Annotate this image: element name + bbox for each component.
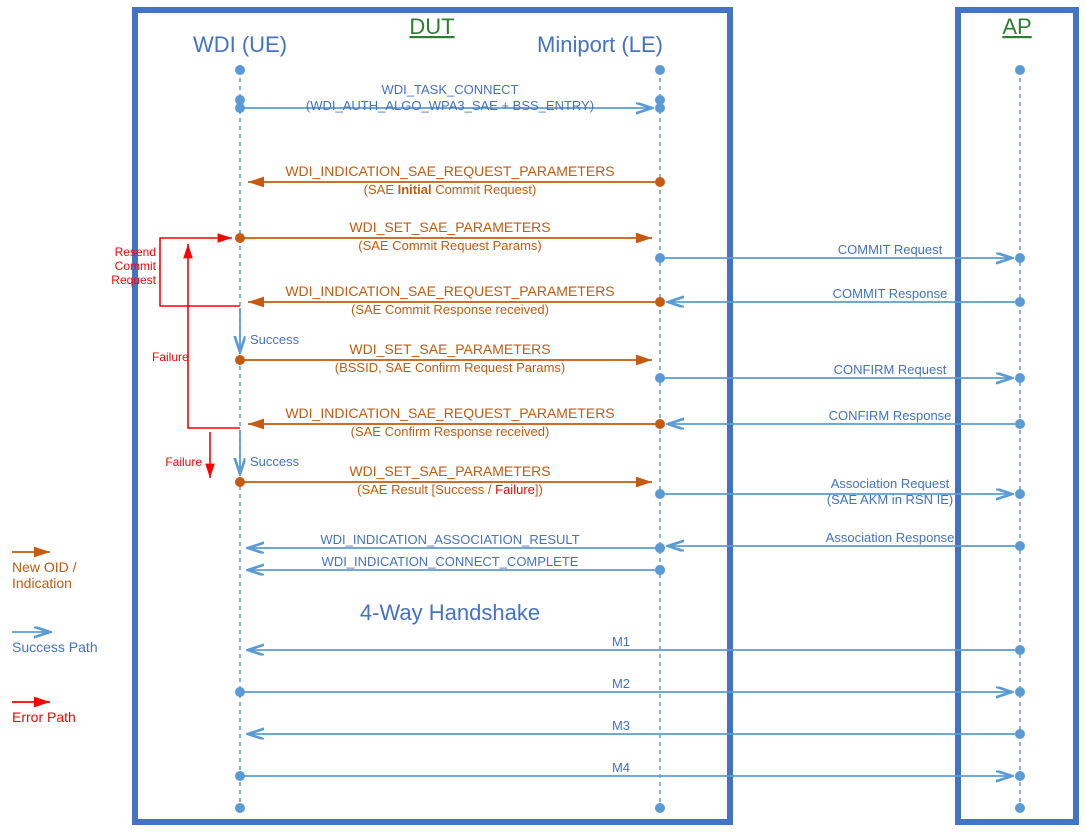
svg-text:Success: Success bbox=[250, 332, 300, 347]
svg-text:WDI_SET_SAE_PARAMETERS: WDI_SET_SAE_PARAMETERS bbox=[349, 341, 550, 357]
svg-text:WDI_SET_SAE_PARAMETERS: WDI_SET_SAE_PARAMETERS bbox=[349, 219, 550, 235]
svg-text:Commit: Commit bbox=[115, 259, 157, 273]
svg-text:Failure: Failure bbox=[165, 455, 202, 469]
svg-text:Success: Success bbox=[250, 454, 300, 469]
legend-success: Success Path bbox=[12, 639, 98, 655]
svg-text:(BSSID, SAE Confirm Request Pa: (BSSID, SAE Confirm Request Params) bbox=[335, 360, 565, 375]
svg-text:WDI_INDICATION_SAE_REQUEST_PAR: WDI_INDICATION_SAE_REQUEST_PARAMETERS bbox=[285, 283, 614, 299]
svg-text:WDI_INDICATION_SAE_REQUEST_PAR: WDI_INDICATION_SAE_REQUEST_PARAMETERS bbox=[285, 163, 614, 179]
svg-text:(SAE AKM in RSN IE): (SAE AKM in RSN IE) bbox=[827, 492, 953, 507]
svg-text:COMMIT Request: COMMIT Request bbox=[838, 242, 943, 257]
svg-text:(SAE Result [Success / Failure: (SAE Result [Success / Failure]) bbox=[357, 482, 543, 497]
wdi-header: WDI (UE) bbox=[193, 32, 287, 57]
svg-text:Association Response: Association Response bbox=[826, 530, 955, 545]
legend-new-oid: New OID / bbox=[12, 559, 77, 575]
svg-text:M2: M2 bbox=[612, 676, 630, 691]
legend-error: Error Path bbox=[12, 709, 76, 725]
svg-text:Request: Request bbox=[111, 273, 156, 287]
svg-text:M1: M1 bbox=[612, 634, 630, 649]
message-arrow bbox=[248, 645, 1025, 655]
svg-text:(SAE Commit Response received): (SAE Commit Response received) bbox=[351, 302, 549, 317]
svg-text:(SAE Initial Commit Request): (SAE Initial Commit Request) bbox=[364, 182, 537, 197]
svg-text:M4: M4 bbox=[612, 760, 630, 775]
svg-text:COMMIT Response: COMMIT Response bbox=[833, 286, 948, 301]
dut-title: DUT bbox=[409, 14, 454, 39]
svg-text:Failure: Failure bbox=[152, 350, 189, 364]
svg-text:WDI_INDICATION_ASSOCIATION_RES: WDI_INDICATION_ASSOCIATION_RESULT bbox=[320, 532, 579, 547]
message-arrow bbox=[248, 729, 1025, 739]
ap-title: AP bbox=[1002, 14, 1031, 39]
svg-text:WDI_INDICATION_CONNECT_COMPLET: WDI_INDICATION_CONNECT_COMPLETE bbox=[322, 554, 579, 569]
svg-text:(WDI_AUTH_ALGO_WPA3_SAE + BSS_: (WDI_AUTH_ALGO_WPA3_SAE + BSS_ENTRY) bbox=[306, 98, 594, 113]
svg-text:WDI_SET_SAE_PARAMETERS: WDI_SET_SAE_PARAMETERS bbox=[349, 463, 550, 479]
legend: New OID / Indication Success Path Error … bbox=[12, 552, 98, 725]
svg-text:WDI_TASK_CONNECT: WDI_TASK_CONNECT bbox=[382, 82, 519, 97]
svg-text:(SAE Confirm Response received: (SAE Confirm Response received) bbox=[351, 424, 550, 439]
svg-text:CONFIRM Response: CONFIRM Response bbox=[829, 408, 952, 423]
legend-new-oid2: Indication bbox=[12, 575, 72, 591]
svg-text:(SAE Commit Request Params): (SAE Commit Request Params) bbox=[358, 238, 542, 253]
svg-text:Association Request: Association Request bbox=[831, 476, 950, 491]
handshake-section: 4-Way Handshake bbox=[360, 600, 540, 625]
svg-text:M3: M3 bbox=[612, 718, 630, 733]
svg-text:CONFIRM Request: CONFIRM Request bbox=[834, 362, 947, 377]
ap-box bbox=[958, 10, 1076, 822]
miniport-header: Miniport (LE) bbox=[537, 32, 663, 57]
svg-text:Resend: Resend bbox=[115, 245, 156, 259]
svg-text:WDI_INDICATION_SAE_REQUEST_PAR: WDI_INDICATION_SAE_REQUEST_PARAMETERS bbox=[285, 405, 614, 421]
